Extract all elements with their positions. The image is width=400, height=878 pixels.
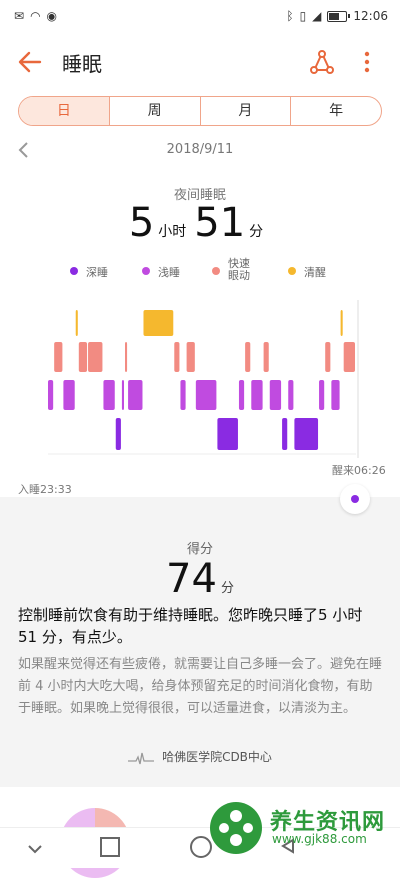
duration-hours: 5 — [128, 200, 155, 246]
battery-icon — [327, 10, 351, 22]
watermark-logo-icon — [210, 802, 262, 854]
heartbeat-logo-icon — [128, 752, 155, 764]
signal-icon: ◢ — [312, 9, 322, 23]
duration-minutes: 51 — [194, 200, 246, 246]
sleep-segment-11 — [143, 310, 174, 336]
period-tabs: 日 周 月 年 — [18, 96, 382, 126]
sleep-time-label: 入睡23:33 — [18, 483, 72, 496]
sleep-segment-15 — [195, 380, 217, 410]
wifi-icon: ◠ — [30, 9, 41, 23]
status-bar: ✉ ◠ ◉ ᛒ ▯ ◢ 12:06 — [0, 0, 400, 34]
site-watermark: 养生资讯网 www.gjk88.com — [206, 796, 396, 860]
sleep-duration: 5 小时 51 分 — [0, 200, 400, 246]
sleep-segment-22 — [282, 418, 288, 450]
sleep-segment-20 — [263, 342, 269, 372]
score-unit: 分 — [220, 581, 234, 596]
sleep-segment-21 — [269, 380, 282, 410]
tab-month[interactable]: 月 — [199, 97, 291, 125]
sleep-segment-27 — [331, 380, 340, 410]
sleep-segment-25 — [319, 380, 325, 410]
sleep-segment-16 — [217, 418, 238, 450]
sleep-segment-29 — [343, 342, 355, 372]
sleep-segment-1 — [54, 342, 63, 372]
advice-detail: 如果醒来觉得还有些疲倦，就需要让自己多睡一会了。避免在睡前 4 小时内大吃大喝，… — [18, 657, 383, 716]
nav-back-icon[interactable] — [26, 840, 44, 858]
legend-item: 快速眼动 — [212, 258, 252, 282]
advice-main: 控制睡前饮食有助于维持睡眠。您昨晚只睡了5 小时 51 分，有点少。 — [18, 606, 363, 646]
minutes-unit: 分 — [249, 224, 264, 240]
tab-day[interactable]: 日 — [19, 97, 109, 125]
tab-year[interactable]: 年 — [290, 97, 381, 125]
rem-dot — [212, 267, 220, 275]
source-text: 哈佛医学院CDB中心 — [162, 750, 272, 764]
sleep-segment-18 — [245, 342, 251, 372]
legend-deep-label: 深睡 — [86, 266, 108, 279]
sleep-segment-19 — [251, 380, 263, 410]
chart-scrubber-handle[interactable] — [340, 484, 370, 514]
sleep-segment-6 — [103, 380, 115, 410]
eye-icon: ◉ — [46, 9, 58, 23]
wake-time-label: 醒来06:26 — [332, 464, 386, 477]
awake-dot — [288, 267, 296, 275]
share-icon[interactable] — [308, 48, 336, 76]
sleep-segment-26 — [325, 342, 331, 372]
chart-legend: 深睡 浅睡 快速眼动 清醒 — [60, 258, 360, 288]
legend-item: 深睡 — [70, 264, 108, 280]
sleep-segment-10 — [128, 380, 143, 410]
vibrate-icon: ▯ — [299, 9, 307, 23]
source-credit: 哈佛医学院CDB中心 — [0, 748, 400, 767]
nav-recent-icon[interactable] — [100, 837, 120, 857]
bluetooth-icon: ᛒ — [286, 9, 294, 23]
score-label: 得分 — [186, 542, 213, 557]
app-header: 睡眠 — [0, 34, 400, 90]
sleep-segment-3 — [75, 310, 78, 336]
sleep-segment-23 — [288, 380, 294, 410]
sleep-segment-9 — [125, 342, 128, 372]
sleep-segment-0 — [48, 380, 54, 410]
deep-sleep-dot — [70, 267, 78, 275]
sleep-score: 74 分 — [0, 556, 400, 602]
date-navigator: 2018/9/11 — [0, 136, 400, 164]
status-time: 12:06 — [353, 9, 388, 23]
notification-icon: ✉ — [14, 9, 25, 23]
page-title: 睡眠 — [62, 52, 102, 76]
sleep-segment-7 — [115, 418, 121, 450]
tab-week[interactable]: 周 — [108, 97, 200, 125]
back-arrow-icon[interactable] — [16, 48, 44, 76]
sleep-segment-14 — [186, 342, 195, 372]
sleep-segment-24 — [294, 418, 319, 450]
sleep-stage-chart — [48, 300, 359, 458]
hours-unit: 小时 — [158, 224, 187, 240]
sleep-segment-28 — [340, 310, 343, 336]
score-value: 74 — [166, 556, 217, 602]
legend-light-label: 浅睡 — [158, 266, 180, 279]
legend-item: 清醒 — [288, 264, 326, 280]
watermark-url: www.gjk88.com — [272, 832, 367, 846]
more-options-icon[interactable] — [358, 48, 376, 76]
sleep-segment-5 — [88, 342, 103, 372]
sleep-segment-2 — [63, 380, 75, 410]
legend-awake-label: 清醒 — [304, 266, 326, 279]
legend-item: 浅睡 — [142, 264, 180, 280]
light-sleep-dot — [142, 267, 150, 275]
legend-rem-label: 快速眼动 — [228, 257, 250, 282]
current-date: 2018/9/11 — [166, 142, 234, 157]
sleep-segment-4 — [78, 342, 88, 372]
sleep-segment-13 — [180, 380, 186, 410]
sleep-segment-12 — [174, 342, 180, 372]
sleep-segment-17 — [238, 380, 245, 410]
sleep-segment-8 — [121, 380, 124, 410]
